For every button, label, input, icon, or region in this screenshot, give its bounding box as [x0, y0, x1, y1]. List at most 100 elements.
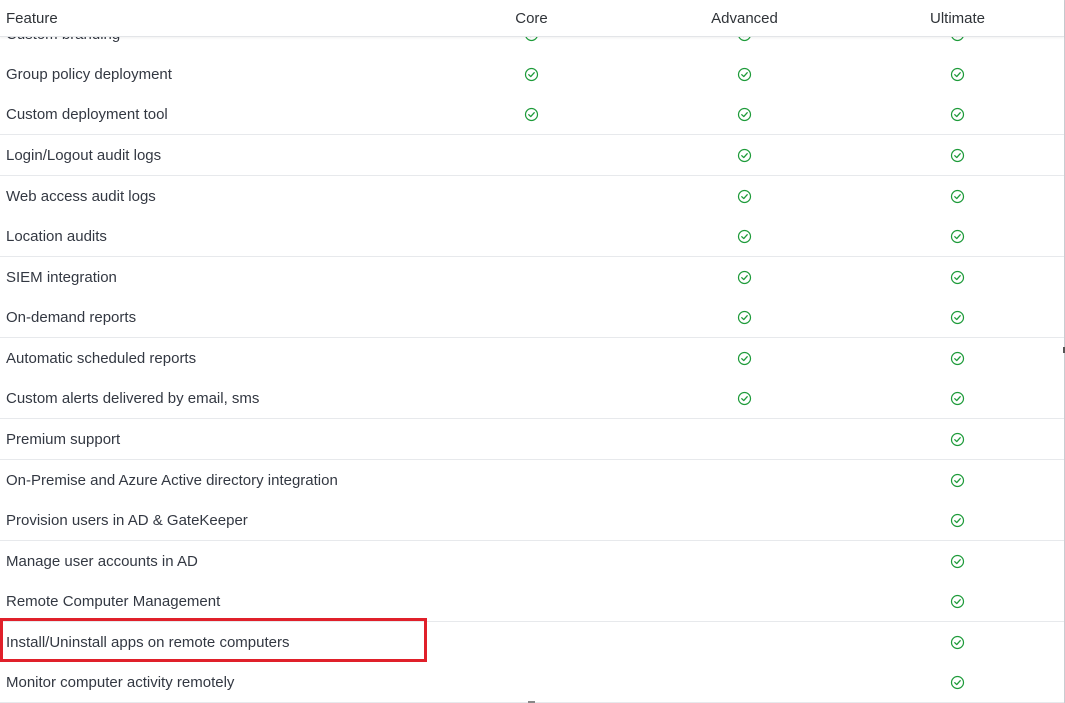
feature-label: Login/Logout audit logs [6, 146, 162, 164]
feature-label: Group policy deployment [6, 65, 172, 83]
check-circle-icon [737, 148, 752, 163]
advanced-cell [638, 500, 851, 540]
advanced-cell [638, 54, 851, 94]
check-circle-icon [950, 107, 965, 122]
advanced-cell [638, 94, 851, 134]
ultimate-cell [851, 54, 1064, 94]
ultimate-cell [851, 662, 1064, 702]
table-row: Login/Logout audit logs [0, 135, 1064, 176]
feature-label: Custom deployment tool [6, 105, 168, 123]
table-row: Custom deployment tool [0, 94, 1064, 135]
feature-label: Custom alerts delivered by email, sms [6, 389, 260, 407]
table-row: Manage user accounts in AD [0, 541, 1064, 582]
feature-label: Monitor computer activity remotely [6, 673, 235, 691]
feature-label: On-Premise and Azure Active directory in… [6, 471, 338, 489]
check-circle-icon [737, 67, 752, 82]
check-circle-icon [737, 351, 752, 366]
feature-label: Manage user accounts in AD [6, 552, 198, 570]
comparison-table-view: Feature Core Advanced Ultimate Custom br… [0, 0, 1065, 703]
header-ultimate: Ultimate [929, 9, 985, 27]
table-row: Premium support [0, 419, 1064, 460]
core-cell [425, 257, 638, 297]
table-row: Monitor computer activity remotely [0, 662, 1064, 703]
feature-label: Remote Computer Management [6, 592, 221, 610]
header-feature: Feature [6, 9, 58, 27]
core-cell [425, 54, 638, 94]
check-circle-icon [950, 635, 965, 650]
feature-label: On-demand reports [6, 308, 137, 326]
feature-label: Location audits [6, 227, 107, 245]
check-circle-icon [524, 67, 539, 82]
core-cell [425, 378, 638, 418]
core-cell [425, 176, 638, 216]
feature-label: Web access audit logs [6, 187, 156, 205]
table-row: Provision users in AD & GateKeeper [0, 500, 1064, 541]
check-circle-icon [950, 432, 965, 447]
check-circle-icon [950, 554, 965, 569]
ultimate-cell [851, 338, 1064, 378]
ultimate-cell [851, 378, 1064, 418]
ultimate-cell [851, 541, 1064, 581]
core-cell [425, 419, 638, 459]
check-circle-icon [950, 351, 965, 366]
check-circle-icon [950, 229, 965, 244]
advanced-cell [638, 338, 851, 378]
table-row: Remote Computer Management [0, 581, 1064, 622]
check-circle-icon [950, 473, 965, 488]
core-cell [425, 338, 638, 378]
advanced-cell [638, 541, 851, 581]
table-row: On-Premise and Azure Active directory in… [0, 460, 1064, 501]
advanced-cell [638, 378, 851, 418]
header-core: Core [515, 9, 548, 27]
advanced-cell [638, 622, 851, 662]
advanced-cell [638, 176, 851, 216]
ultimate-cell [851, 216, 1064, 256]
check-circle-icon [950, 67, 965, 82]
check-circle-icon [737, 229, 752, 244]
ultimate-cell [851, 94, 1064, 134]
table-row: Web access audit logs [0, 176, 1064, 217]
ultimate-cell [851, 176, 1064, 216]
advanced-cell [638, 460, 851, 500]
feature-label: Provision users in AD & GateKeeper [6, 511, 248, 529]
advanced-cell [638, 581, 851, 621]
core-cell [425, 216, 638, 256]
feature-label: Automatic scheduled reports [6, 349, 197, 367]
ultimate-cell [851, 500, 1064, 540]
core-cell [425, 581, 638, 621]
check-circle-icon [737, 270, 752, 285]
table-row: Automatic scheduled reports [0, 338, 1064, 379]
advanced-cell [638, 297, 851, 337]
header-advanced: Advanced [711, 9, 778, 27]
check-circle-icon [950, 513, 965, 528]
table-row: Group policy deployment [0, 54, 1064, 95]
core-cell [425, 94, 638, 134]
check-circle-icon [737, 189, 752, 204]
check-circle-icon [737, 310, 752, 325]
check-circle-icon [950, 310, 965, 325]
check-circle-icon [950, 594, 965, 609]
check-circle-icon [737, 391, 752, 406]
check-circle-icon [950, 148, 965, 163]
feature-label: Premium support [6, 430, 121, 448]
check-circle-icon [524, 107, 539, 122]
table-header: Feature Core Advanced Ultimate [0, 0, 1064, 37]
advanced-cell [638, 135, 851, 175]
core-cell [425, 297, 638, 337]
advanced-cell [638, 419, 851, 459]
check-circle-icon [737, 107, 752, 122]
advanced-cell [638, 216, 851, 256]
ultimate-cell [851, 257, 1064, 297]
table-row: SIEM integration [0, 257, 1064, 298]
check-circle-icon [950, 270, 965, 285]
core-cell [425, 135, 638, 175]
ultimate-cell [851, 581, 1064, 621]
core-cell [425, 500, 638, 540]
core-cell [425, 662, 638, 702]
feature-label: Install/Uninstall apps on remote compute… [6, 633, 290, 651]
ultimate-cell [851, 297, 1064, 337]
table-row: Custom alerts delivered by email, sms [0, 378, 1064, 419]
check-circle-icon [950, 675, 965, 690]
ultimate-cell [851, 135, 1064, 175]
ultimate-cell [851, 419, 1064, 459]
